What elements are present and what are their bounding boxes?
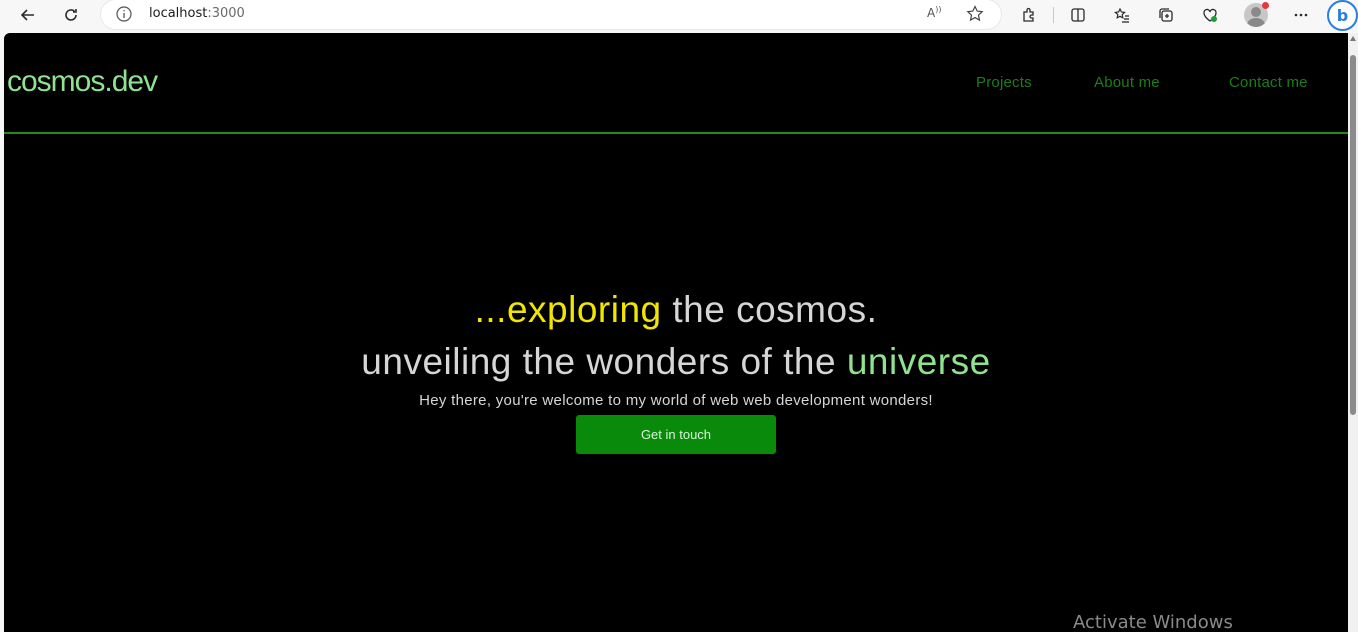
hero-heading-line-2: unveiling the wonders of the universe (4, 334, 1348, 390)
extensions-puzzle-icon[interactable] (1014, 2, 1044, 28)
nav-link-contact-me[interactable]: Contact me (1229, 74, 1308, 91)
hero-highlight-universe: universe (846, 341, 991, 382)
split-screen-icon[interactable] (1063, 2, 1093, 28)
more-options-icon[interactable] (1286, 2, 1316, 28)
notification-dot (1262, 2, 1269, 9)
browser-essentials-icon[interactable] (1195, 2, 1225, 28)
hero-highlight-exploring: ...exploring (474, 289, 662, 330)
favorites-list-icon[interactable] (1107, 2, 1137, 28)
get-in-touch-button[interactable]: Get in touch (576, 415, 776, 454)
browser-toolbar: localhost:3000 A)) b (0, 0, 1358, 32)
url-text[interactable]: localhost:3000 (149, 6, 245, 21)
hero-heading-line-1: ...exploring the cosmos. (4, 288, 1348, 332)
hero-heading-line-1-text: the cosmos. (661, 289, 878, 330)
bing-copilot-icon[interactable]: b (1327, 0, 1358, 31)
nav-link-projects[interactable]: Projects (976, 74, 1032, 91)
refresh-icon[interactable] (56, 2, 86, 28)
scroll-up-arrow-icon[interactable] (1350, 36, 1356, 41)
hero-heading-line-2-text: unveiling the wonders of the (361, 341, 847, 382)
nav-link-about-me[interactable]: About me (1094, 74, 1160, 91)
back-arrow-icon[interactable] (13, 2, 43, 28)
hero-subtitle: Hey there, you're welcome to my world of… (419, 392, 933, 409)
favorite-star-icon[interactable] (965, 4, 985, 24)
hero-section: ...exploring the cosmos. unveiling the w… (4, 288, 1348, 454)
site-header: cosmos.dev Projects About me Contact me (4, 33, 1348, 134)
collections-icon[interactable] (1151, 2, 1181, 28)
toolbar-divider (1053, 7, 1054, 23)
page-scrollbar[interactable] (1348, 33, 1358, 632)
site-logo[interactable]: cosmos.dev (7, 65, 158, 99)
scrollbar-thumb[interactable] (1350, 55, 1356, 415)
page-viewport: cosmos.dev Projects About me Contact me … (4, 33, 1348, 632)
info-icon[interactable] (115, 5, 133, 23)
address-bar[interactable]: localhost:3000 A)) (101, 0, 1001, 29)
read-aloud-icon[interactable]: A)) (927, 5, 941, 20)
activate-windows-watermark: Activate Windows (1073, 612, 1233, 632)
